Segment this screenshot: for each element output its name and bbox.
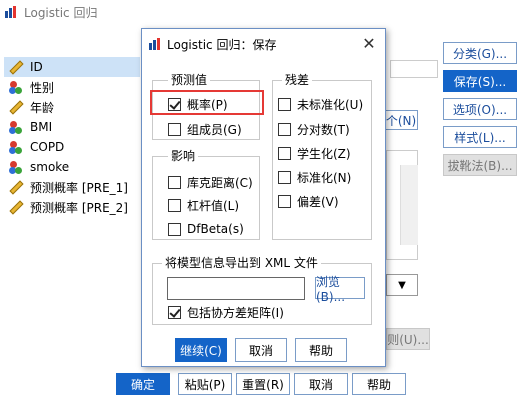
options-button[interactable]: 选项(O)... — [443, 98, 517, 120]
nominal-icon — [8, 79, 24, 95]
logit-checkbox[interactable]: 分对数(T) — [278, 120, 350, 138]
dfbeta-checkbox[interactable]: DfBeta(s) — [168, 220, 244, 238]
variable-item[interactable]: smoke — [4, 157, 140, 177]
checkbox-box[interactable] — [278, 122, 291, 136]
influence-label: 影响 — [168, 149, 199, 163]
categorical-button[interactable]: 分类(G)... — [443, 42, 517, 64]
paste-button[interactable]: 粘贴(P) — [178, 373, 232, 395]
standardized-checkbox[interactable]: 标准化(N) — [278, 168, 351, 186]
variable-item[interactable]: 年龄 — [4, 97, 140, 117]
ruler-icon — [8, 59, 24, 75]
export-label: 将模型信息导出到 XML 文件 — [162, 256, 321, 270]
variable-label: COPD — [30, 140, 65, 154]
next-button[interactable]: 个(N) — [384, 110, 418, 130]
save-button[interactable]: 保存(S)... — [443, 70, 517, 92]
dfbeta-label: DfBeta(s) — [187, 222, 244, 236]
ruler-icon — [8, 99, 24, 115]
cancel-button[interactable]: 取消 — [294, 373, 348, 395]
leverage-label: 杠杆值(L) — [187, 198, 240, 213]
deviance-label: 偏差(V) — [297, 194, 339, 209]
membership-checkbox[interactable]: 组成员(G) — [168, 120, 242, 138]
browse-button[interactable]: 浏览(B)... — [315, 275, 365, 304]
variable-item[interactable]: COPD — [4, 137, 140, 157]
chevron-down-icon: ▼ — [398, 279, 406, 291]
unstandardized-checkbox[interactable]: 未标准化(U) — [278, 95, 363, 113]
nominal-icon — [8, 159, 24, 175]
leverage-checkbox[interactable]: 杠杆值(L) — [168, 196, 239, 214]
logit-label: 分对数(T) — [297, 122, 350, 137]
bootstrap-button[interactable]: 拔靴法(B)... — [443, 154, 517, 176]
variable-item[interactable]: 预测概率 [PRE_1] — [4, 177, 140, 197]
checkbox-box[interactable] — [168, 97, 181, 111]
residuals-label: 残差 — [282, 73, 313, 87]
selection-rule-button[interactable]: 则(U)... — [386, 328, 430, 350]
spss-app-icon — [148, 37, 162, 51]
nominal-icon — [8, 139, 24, 155]
studentized-checkbox[interactable]: 学生化(Z) — [278, 144, 351, 162]
main-title-bar: Logistic 回归 — [0, 0, 528, 24]
ruler-icon — [8, 199, 24, 215]
method-dropdown-fragment[interactable]: ▼ — [386, 274, 418, 296]
variable-label: 预测概率 [PRE_2] — [30, 200, 128, 215]
studentized-label: 学生化(Z) — [297, 146, 351, 161]
close-icon[interactable]: ✕ — [361, 36, 377, 52]
main-window-title: Logistic 回归 — [24, 5, 98, 20]
checkbox-box[interactable] — [168, 175, 181, 189]
dependent-field-fragment[interactable] — [390, 60, 438, 78]
checkbox-box[interactable] — [278, 146, 291, 160]
variable-label: ID — [30, 60, 43, 74]
variable-label: smoke — [30, 160, 70, 174]
style-button[interactable]: 样式(L)... — [443, 126, 517, 148]
variable-label: 年龄 — [30, 100, 55, 115]
ok-button[interactable]: 确定 — [116, 373, 170, 395]
variable-label: 性别 — [30, 80, 55, 95]
variable-item[interactable]: ID — [4, 57, 140, 77]
variable-label: BMI — [30, 120, 53, 134]
checkbox-box[interactable] — [168, 222, 181, 236]
export-path-input[interactable] — [167, 277, 305, 300]
checkbox-box[interactable] — [278, 194, 291, 208]
reset-button[interactable]: 重置(R) — [236, 373, 290, 395]
nominal-icon — [8, 119, 24, 135]
checkbox-box[interactable] — [278, 97, 291, 111]
spss-app-icon — [4, 5, 18, 19]
deviance-checkbox[interactable]: 偏差(V) — [278, 192, 339, 210]
include-covariance-label: 包括协方差矩阵(I) — [187, 305, 284, 320]
checkbox-box[interactable] — [168, 198, 181, 212]
ruler-icon — [8, 179, 24, 195]
standardized-label: 标准化(N) — [297, 170, 352, 185]
probability-label: 概率(P) — [187, 97, 228, 112]
scrollbar[interactable] — [400, 165, 418, 245]
checkbox-box[interactable] — [168, 122, 181, 136]
membership-label: 组成员(G) — [187, 122, 242, 137]
cooks-distance-checkbox[interactable]: 库克距离(C) — [168, 173, 253, 191]
variable-item[interactable]: BMI — [4, 117, 140, 137]
dialog-title-bar[interactable]: Logistic 回归：保存 — [142, 29, 385, 59]
dialog-title: Logistic 回归：保存 — [167, 37, 277, 52]
variable-item[interactable]: 预测概率 [PRE_2] — [4, 197, 140, 217]
save-dialog: Logistic 回归：保存 ✕ 预测值 概率(P) 组成员(G) 影响 库克距… — [141, 28, 386, 367]
cooks-distance-label: 库克距离(C) — [187, 175, 253, 190]
checkbox-box[interactable] — [278, 170, 291, 184]
unstandardized-label: 未标准化(U) — [297, 97, 364, 112]
continue-button[interactable]: 继续(C) — [175, 338, 227, 362]
predicted-values-label: 预测值 — [168, 73, 211, 87]
variable-label: 预测概率 [PRE_1] — [30, 180, 128, 195]
include-covariance-checkbox[interactable]: 包括协方差矩阵(I) — [168, 303, 284, 321]
probability-checkbox[interactable]: 概率(P) — [168, 95, 228, 113]
help-button[interactable]: 帮助 — [352, 373, 406, 395]
variable-list[interactable]: ID 性别 年龄 BMI COPD smoke 预测概率 [PRE_1] 预测概… — [4, 57, 140, 227]
variable-item[interactable]: 性别 — [4, 77, 140, 97]
dialog-cancel-button[interactable]: 取消 — [235, 338, 287, 362]
checkbox-box[interactable] — [168, 305, 181, 319]
dialog-help-button[interactable]: 帮助 — [295, 338, 347, 362]
